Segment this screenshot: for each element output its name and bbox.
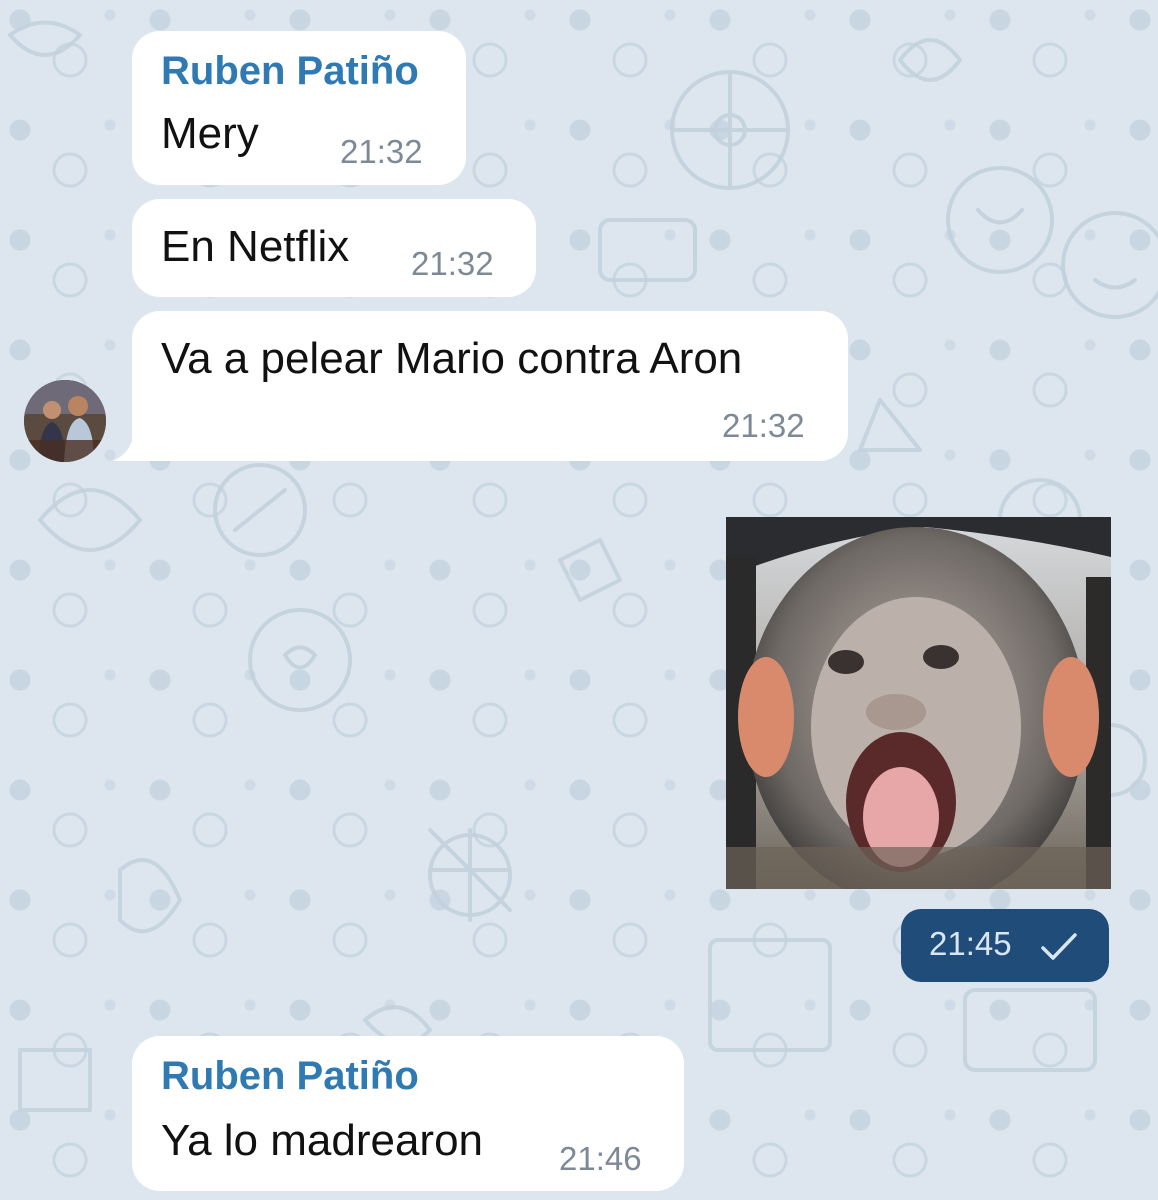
message-text: Va a pelear Mario contra Aron — [161, 334, 743, 383]
sender-name[interactable]: Ruben Patiño — [161, 49, 419, 94]
message-time: 21:32 — [340, 133, 423, 170]
message-time: 21:32 — [411, 245, 494, 282]
monkey-image — [726, 517, 1111, 889]
message-bubble[interactable]: En Netflix 21:32 — [132, 199, 536, 297]
message-text: Mery — [161, 109, 259, 158]
message-time: 21:46 — [559, 1140, 642, 1177]
message-bubble[interactable]: Va a pelear Mario contra Aron 21:32 — [132, 311, 848, 461]
message-time: 21:32 — [722, 407, 805, 444]
sender-name[interactable]: Ruben Patiño — [161, 1054, 419, 1099]
single-check-icon — [1041, 933, 1077, 960]
message-bubble[interactable]: Ruben Patiño Ya lo madrearon 21:46 — [132, 1036, 684, 1191]
message-text: Ya lo madrearon — [161, 1116, 484, 1165]
message-time: 21:45 — [929, 925, 1012, 962]
message-text: En Netflix — [161, 222, 350, 271]
avatar[interactable] — [24, 380, 106, 462]
image-message[interactable] — [726, 517, 1111, 889]
bubble-tail — [112, 433, 142, 461]
outgoing-time-badge: 21:45 — [901, 909, 1109, 982]
message-bubble[interactable]: Ruben Patiño Mery 21:32 — [132, 31, 466, 185]
